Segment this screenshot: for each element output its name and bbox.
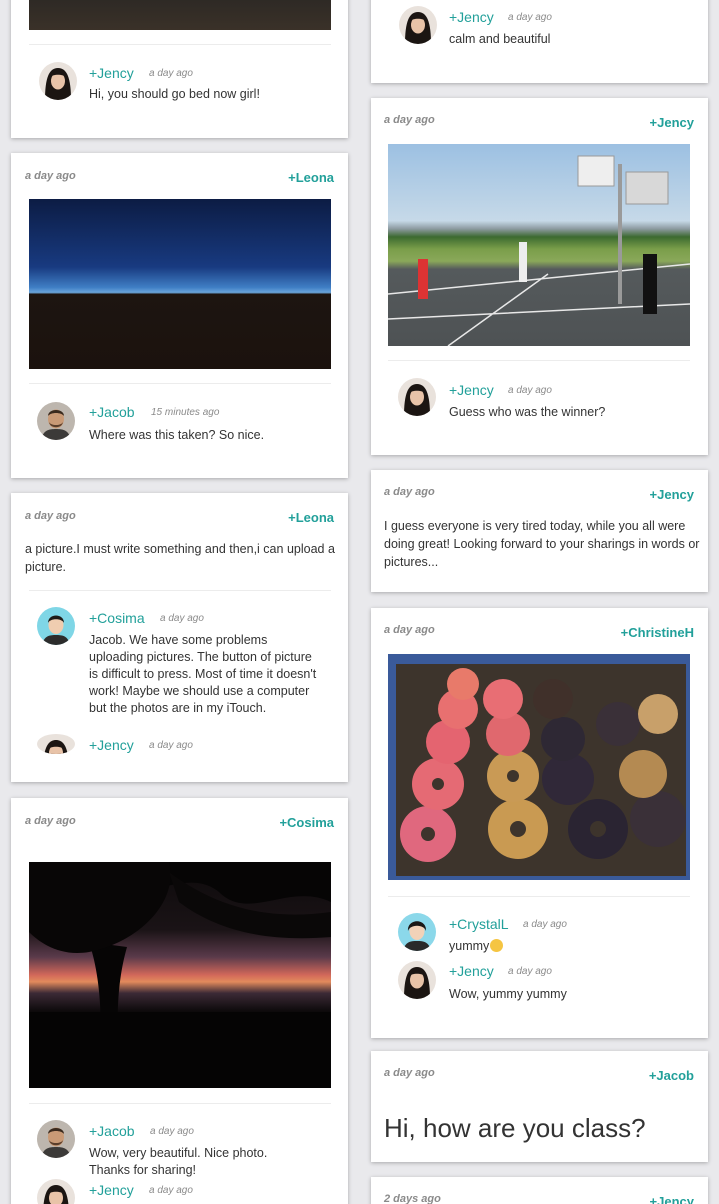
post-time: a day ago: [384, 486, 435, 498]
post-time: a day ago: [384, 624, 435, 636]
post-card-leona-sky: a day ago +Leona +Jacob 15 minutes ago W…: [11, 153, 348, 478]
post-card-right-bottom: 2 days ago +Jency: [371, 1177, 708, 1204]
post-time: a day ago: [25, 510, 76, 522]
comment-author-link[interactable]: +Cosima: [89, 610, 145, 626]
divider: [388, 360, 690, 361]
comment-time: a day ago: [149, 68, 193, 79]
comment-author-link[interactable]: +Jency: [89, 1182, 134, 1198]
comment-author-link[interactable]: +Jency: [89, 737, 134, 753]
post-author-link[interactable]: +ChristineH: [621, 625, 694, 640]
comment-author-link[interactable]: +Jency: [449, 382, 494, 398]
post-author-link[interactable]: +Cosima: [279, 815, 334, 830]
smile-emoji-icon: [490, 939, 504, 952]
comment-time: a day ago: [508, 12, 552, 23]
post-time: a day ago: [25, 170, 76, 182]
post-text: a picture.I must write something and the…: [25, 542, 335, 574]
comment-time: a day ago: [508, 966, 552, 977]
avatar-jency-icon[interactable]: [37, 1179, 75, 1204]
comment-author-link[interactable]: +Jency: [89, 65, 134, 81]
post-photo[interactable]: [29, 0, 331, 30]
post-card-leona-text: a day ago +Leona a picture.I must write …: [11, 493, 348, 782]
post-text: I guess everyone is very tired today, wh…: [384, 519, 700, 569]
post-photo-donuts[interactable]: [388, 654, 690, 880]
divider: [29, 590, 331, 591]
avatar-cosima-icon[interactable]: [37, 607, 75, 645]
divider: [29, 1103, 331, 1104]
comment-text: calm and beautiful: [449, 32, 551, 46]
post-card-christine-donuts: a day ago +ChristineH +CrystalL a day ag…: [371, 608, 708, 1038]
comment-time: a day ago: [523, 919, 567, 930]
comment-text: Where was this taken? So nice.: [89, 428, 265, 442]
post-author-link[interactable]: +Jacob: [649, 1068, 694, 1083]
comment-time: 15 minutes ago: [151, 407, 220, 418]
post-card-right-top: +Jency a day ago calm and beautiful: [371, 0, 708, 83]
post-author-link[interactable]: +Jency: [650, 115, 694, 130]
post-author-link[interactable]: +Leona: [288, 170, 334, 185]
post-card-cosima-sunset: a day ago +Cosima +Jacob a day ago Wow, …: [11, 798, 348, 1204]
post-time: a day ago: [384, 114, 435, 126]
avatar-jacob-icon[interactable]: [37, 1120, 75, 1158]
post-author-link[interactable]: +Jency: [650, 1194, 694, 1204]
post-card-jency-court: a day ago +Jency +Jency a day ago Guess …: [371, 98, 708, 455]
post-time: a day ago: [384, 1067, 435, 1079]
comment-text: yummy: [449, 938, 504, 955]
post-photo-sunset-tree[interactable]: [29, 862, 331, 1088]
comment-text: Guess who was the winner?: [449, 405, 606, 419]
post-card-jency-text: a day ago +Jency I guess everyone is ver…: [371, 470, 708, 592]
comment-author-link[interactable]: +Jacob: [89, 1123, 135, 1139]
comment-text-value: yummy: [449, 939, 490, 953]
divider: [29, 44, 331, 45]
post-author-link[interactable]: +Jency: [650, 487, 694, 502]
avatar-jency-icon[interactable]: [399, 6, 437, 44]
comment-time: a day ago: [508, 385, 552, 396]
comment-time: a day ago: [160, 613, 204, 624]
post-photo-basketball-court[interactable]: [388, 144, 690, 346]
avatar-jency-icon[interactable]: [398, 378, 436, 416]
post-author-link[interactable]: +Leona: [288, 510, 334, 525]
comment-time: a day ago: [149, 1185, 193, 1196]
avatar-jency-icon[interactable]: [39, 62, 77, 100]
post-time: 2 days ago: [384, 1193, 441, 1204]
comment-author-link[interactable]: +Jency: [449, 963, 494, 979]
comment-text: Wow, yummy yummy: [449, 987, 567, 1001]
comment-author-link[interactable]: +Jency: [449, 9, 494, 25]
avatar-jacob-icon[interactable]: [37, 402, 75, 440]
post-card-left-top: +Jency a day ago Hi, you should go bed n…: [11, 0, 348, 138]
post-text: Hi, how are you class?: [384, 1113, 646, 1143]
comment-time: a day ago: [149, 740, 193, 751]
comment-time: a day ago: [150, 1126, 194, 1137]
avatar-crystal-icon[interactable]: [398, 913, 436, 951]
comment-author-link[interactable]: +CrystalL: [449, 916, 509, 932]
comment-text: Hi, you should go bed now girl!: [89, 87, 260, 101]
comment-author-link[interactable]: +Jacob: [89, 404, 135, 420]
divider: [29, 383, 331, 384]
comment-text: Wow, very beautiful. Nice photo. Thanks …: [89, 1146, 268, 1177]
avatar-jency-icon[interactable]: [37, 734, 75, 754]
post-photo-night-sky[interactable]: [29, 199, 331, 369]
post-card-jacob-text: a day ago +Jacob Hi, how are you class?: [371, 1051, 708, 1162]
comment-text: Jacob. We have some problems uploading p…: [89, 633, 317, 715]
post-time: a day ago: [25, 815, 76, 827]
divider: [388, 896, 690, 897]
avatar-jency-icon[interactable]: [398, 961, 436, 999]
